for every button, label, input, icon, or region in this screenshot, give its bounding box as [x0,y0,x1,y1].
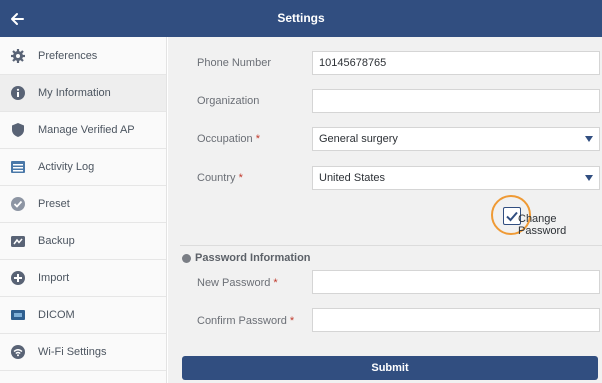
confirm-password-input[interactable] [312,308,600,332]
sidebar-item-preferences[interactable]: Preferences [0,38,166,74]
list-icon [11,161,25,173]
info-icon [11,86,25,100]
sidebar: Preferences My Information Manage Verifi… [0,37,167,383]
required-marker: * [255,133,260,145]
dropdown-caret-icon [585,136,593,142]
section-divider [180,245,602,246]
dicom-icon [11,310,25,320]
bullet-icon [182,253,191,263]
gear-icon [11,49,25,63]
sidebar-item-preset[interactable]: Preset [0,186,166,222]
country-label: Country * [197,172,243,184]
sidebar-item-label: Backup [38,235,75,247]
wifi-icon [11,345,25,359]
sidebar-item-my-information[interactable]: My Information [0,75,166,111]
sidebar-item-wifi-settings[interactable]: Wi-Fi Settings [0,334,166,370]
password-section-title: Password Information [182,252,311,264]
plus-circle-icon [11,271,25,285]
change-password-label[interactable]: Change Password [518,213,602,237]
confirm-password-label-text: Confirm Password [197,315,287,327]
settings-form: Phone Number 10145678765 Organization Oc… [168,37,602,383]
sidebar-item-label: DICOM [38,309,75,321]
sidebar-item-dicom[interactable]: DICOM [0,297,166,333]
sidebar-item-label: Manage Verified AP [38,124,135,136]
header-bar: Settings [0,0,602,37]
occupation-label-text: Occupation [197,133,253,145]
sidebar-item-label: Wi-Fi Settings [38,346,107,358]
country-value: United States [319,172,386,184]
occupation-value: General surgery [319,133,398,145]
page-title: Settings [277,11,325,25]
confirm-password-label: Confirm Password * [197,315,294,327]
backup-icon [11,236,25,247]
check-circle-icon [11,197,25,211]
new-password-label: New Password * [197,277,278,289]
occupation-select[interactable]: General surgery [312,127,600,151]
organization-label: Organization [197,95,260,107]
phone-number-input[interactable]: 10145678765 [312,51,600,75]
password-section-title-text: Password Information [195,252,311,264]
required-marker: * [273,277,278,289]
sidebar-item-label: Import [38,272,70,284]
sidebar-item-import[interactable]: Import [0,260,166,296]
dropdown-caret-icon [585,175,593,181]
submit-button[interactable]: Submit [182,356,598,380]
divider [0,370,166,371]
required-marker: * [289,315,295,327]
phone-number-label: Phone Number [197,57,271,69]
country-select[interactable]: United States [312,166,600,190]
shield-icon [12,123,24,137]
sidebar-item-manage-verified-ap[interactable]: Manage Verified AP [0,112,166,148]
sidebar-item-label: Preferences [38,50,98,62]
sidebar-item-activity-log[interactable]: Activity Log [0,149,166,185]
country-label-text: Country [197,172,236,184]
occupation-label: Occupation * [197,133,260,145]
new-password-label-text: New Password [197,277,271,289]
sidebar-item-label: Activity Log [38,161,95,173]
new-password-input[interactable] [312,270,600,294]
sidebar-item-label: My Information [38,87,111,99]
sidebar-item-backup[interactable]: Backup [0,223,166,259]
sidebar-item-label: Preset [38,198,70,210]
organization-input[interactable] [312,89,600,113]
required-marker: * [238,172,243,184]
